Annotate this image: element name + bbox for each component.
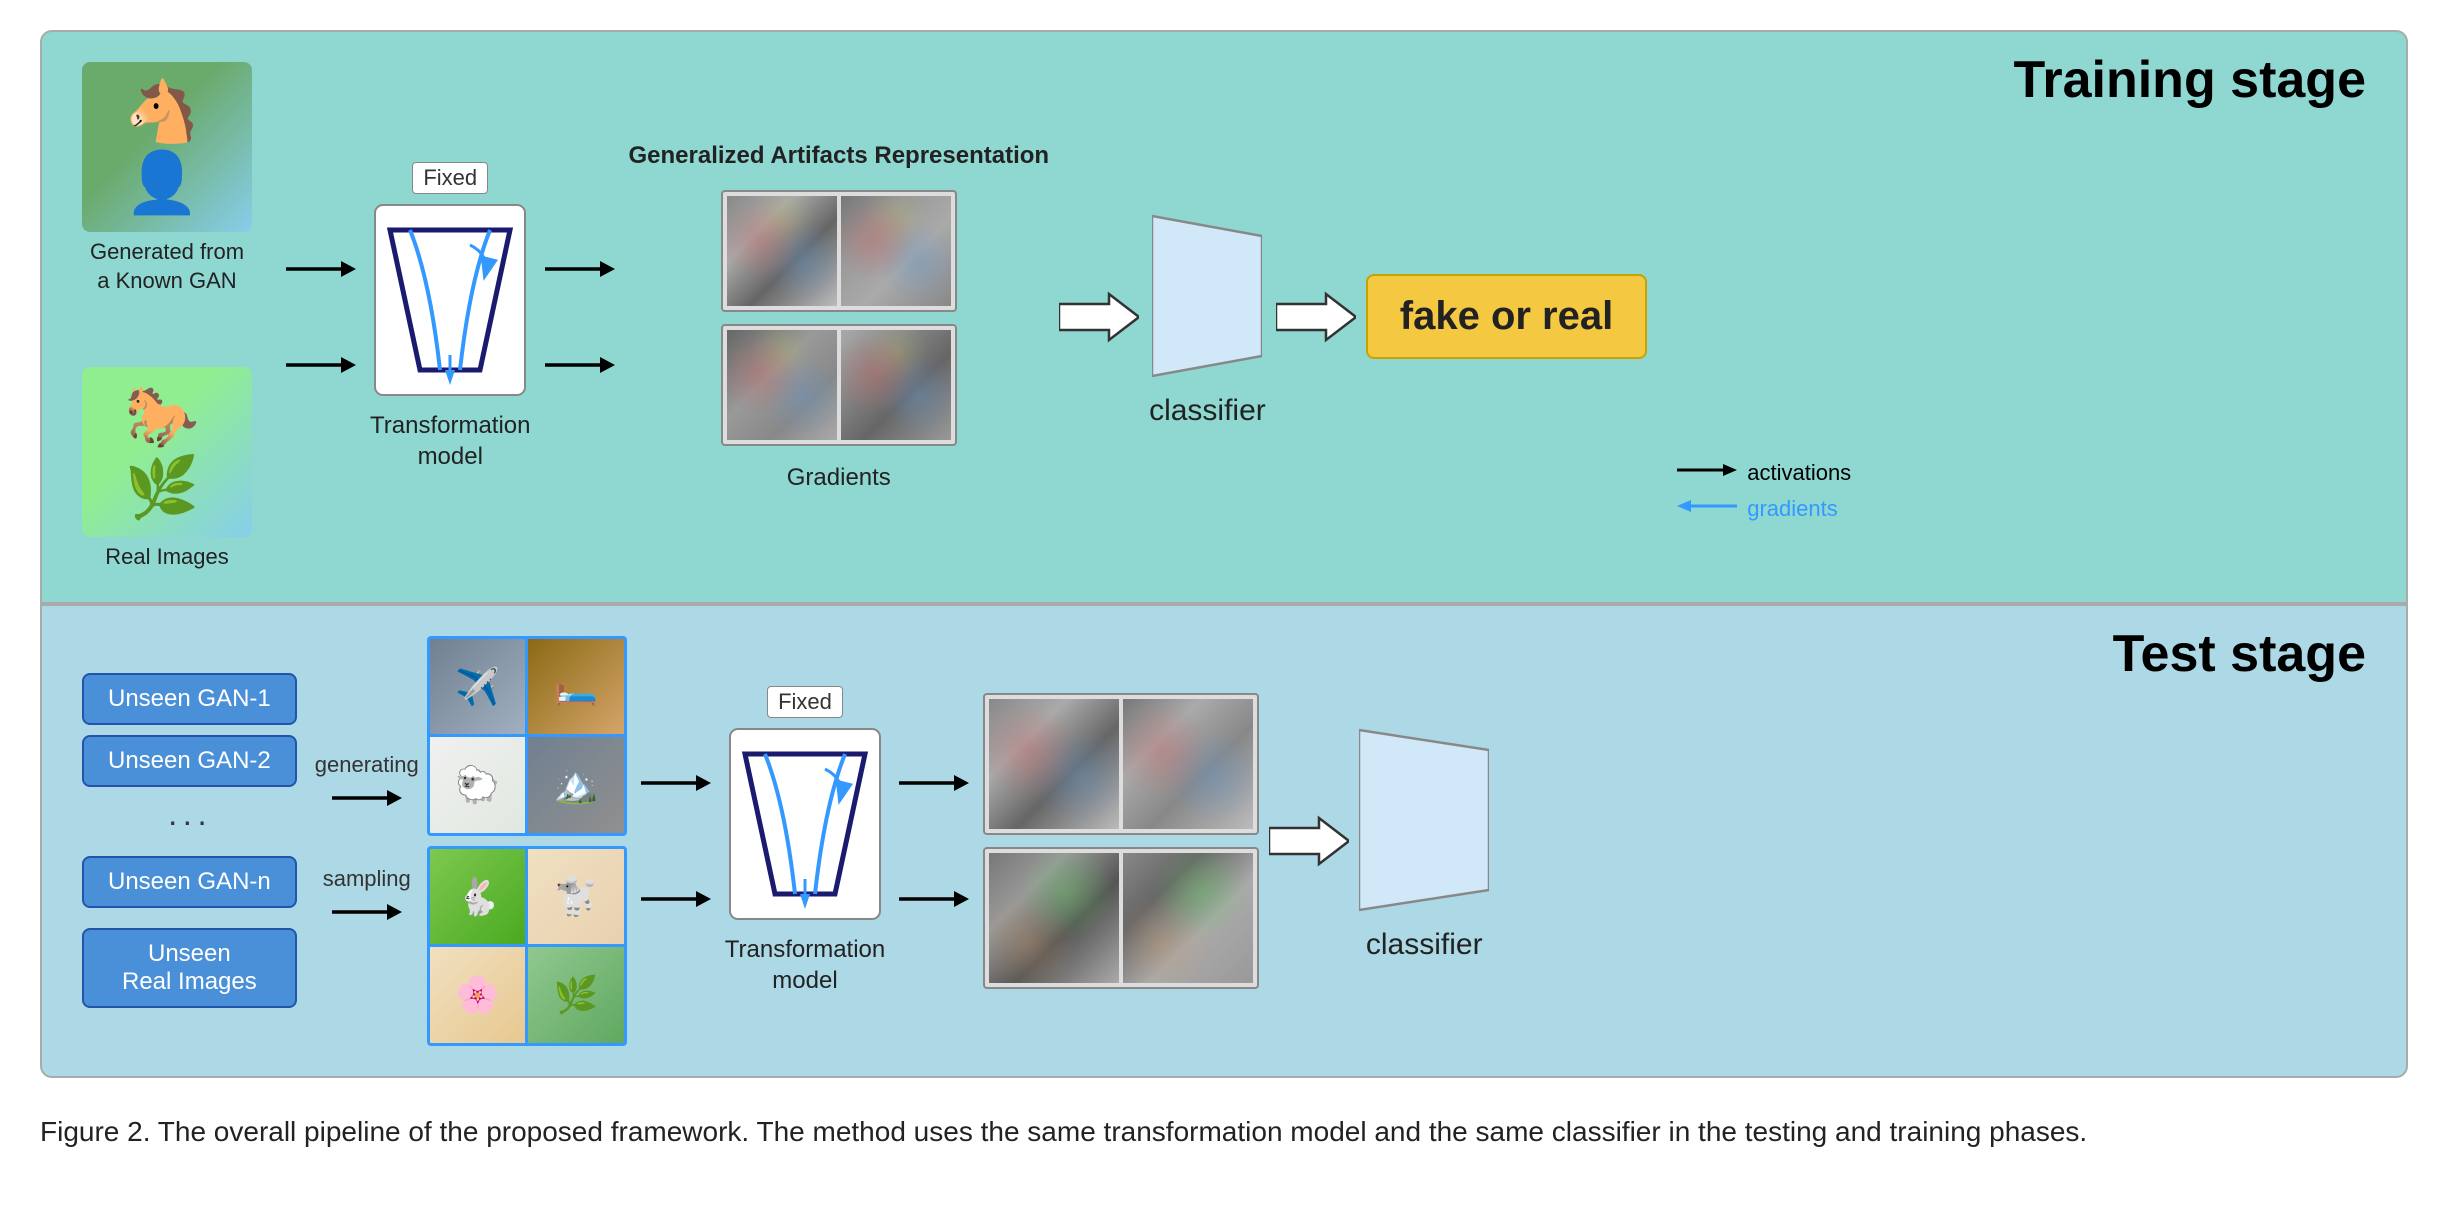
real-image — [82, 367, 252, 537]
classifier-svg — [1152, 206, 1262, 386]
arrow-to-grad-bottom — [531, 347, 629, 383]
generated-image-label: Generated froma Known GAN — [90, 238, 244, 295]
generated-image — [82, 62, 252, 232]
real-image-group: Real Images — [82, 367, 252, 572]
gan-item-2: Unseen GAN-2 — [82, 735, 297, 787]
test-transform-label: Transformationmodel — [725, 934, 886, 996]
training-stage: Training stage Generated froma Known GAN… — [40, 30, 2408, 604]
test-classifier-label: classifier — [1366, 928, 1483, 962]
diagram-container: Training stage Generated froma Known GAN… — [40, 30, 2408, 1155]
arrow2-wrap — [531, 251, 629, 383]
gen-samp-arrows: generating sampling — [315, 752, 419, 930]
arrow-to-grad-top — [531, 251, 629, 287]
arrow-test-to-transform-2 — [627, 881, 725, 917]
generated-image-group: Generated froma Known GAN — [82, 62, 252, 295]
training-transform-model: Fixed Transformationmodel — [370, 162, 531, 472]
test-grad-cell-2 — [1123, 699, 1253, 829]
training-gradient-maps: Generalized Artifacts Representation Gra… — [629, 142, 1050, 492]
gan-list: Unseen GAN-1 Unseen GAN-2 ··· Unseen GAN… — [82, 673, 297, 1008]
gan-item-real: UnseenReal Images — [82, 928, 297, 1008]
arrow-test-to-transform — [627, 765, 725, 801]
training-stage-title: Training stage — [2013, 50, 2366, 110]
wide-arrow-to-classifier — [1049, 290, 1149, 344]
training-classifier-label: classifier — [1149, 394, 1266, 428]
grad-cell-3 — [727, 330, 837, 440]
test-img-c3: 🐑 — [430, 737, 526, 833]
test-grad-pair-bottom — [983, 847, 1259, 989]
test-grad-cell-3 — [989, 853, 1119, 983]
test-images-wrap: ✈️ 🛏️ 🐑 🏔️ 🐇 🐩 🌸 🌿 — [427, 636, 627, 1046]
arrow-to-transform-top — [272, 251, 370, 287]
arrow-to-test-grad — [885, 765, 983, 801]
test-img-c1: ✈️ — [430, 639, 526, 735]
gan-item-n: Unseen GAN-n — [82, 856, 297, 908]
ellipsis: ··· — [167, 803, 211, 840]
grad-cell-2 — [841, 196, 951, 306]
legend-gradients: gradients — [1677, 496, 1851, 522]
wide-arrow-to-output — [1266, 290, 1366, 344]
test-real-grid: 🐇 🐩 🌸 🌿 — [427, 846, 627, 1046]
test-stage-title: Test stage — [2113, 624, 2366, 684]
test-gen-grid: ✈️ 🛏️ 🐑 🏔️ — [427, 636, 627, 836]
test-img-r1: 🐇 — [430, 849, 526, 945]
test-grad-cell-1 — [989, 699, 1119, 829]
test-stage: Test stage Unseen GAN-1 Unseen GAN-2 ···… — [40, 604, 2408, 1078]
sampling-arrow-wrap: sampling — [323, 866, 411, 930]
test-grad-pair-top — [983, 693, 1259, 835]
real-image-label: Real Images — [105, 543, 229, 572]
legend-activation-arrow — [1677, 460, 1737, 486]
training-input-col: Generated froma Known GAN Real Images — [82, 62, 252, 572]
horse-rider-img — [82, 62, 252, 232]
grad-cell-1 — [727, 196, 837, 306]
arrow1-wrap — [272, 251, 370, 383]
test-fixed-label: Fixed — [767, 686, 843, 718]
wide-arrow-test-to-classifier — [1259, 814, 1359, 868]
test-transform-model: Fixed Transformationmodel — [725, 686, 886, 996]
gan-item-1: Unseen GAN-1 — [82, 673, 297, 725]
legend: activations gradients — [1677, 460, 1851, 572]
gradients-label: Gradients — [787, 464, 891, 492]
test-classifier: classifier — [1359, 720, 1489, 962]
arrow-to-test-grad-2 — [885, 881, 983, 917]
training-transform-label: Transformationmodel — [370, 410, 531, 472]
legend-activations: activations — [1677, 460, 1851, 486]
legend-gradient-arrow — [1677, 496, 1737, 522]
test-img-r4: 🌿 — [528, 947, 624, 1043]
arrow4-wrap — [885, 765, 983, 917]
legend-activations-text: activations — [1747, 460, 1851, 486]
training-fixed-label: Fixed — [412, 162, 488, 194]
sampling-label: sampling — [323, 866, 411, 892]
grad-pair-top — [721, 190, 957, 312]
test-grad-cell-4 — [1123, 853, 1253, 983]
test-funnel-svg — [725, 724, 885, 924]
generating-label: generating — [315, 752, 419, 778]
test-img-c4: 🏔️ — [528, 737, 624, 833]
arrow3-wrap — [627, 765, 725, 917]
test-img-c2: 🛏️ — [528, 639, 624, 735]
test-gradient-maps — [983, 693, 1259, 989]
grad-cell-4 — [841, 330, 951, 440]
fake-or-real-label: fake or real — [1366, 274, 1647, 359]
test-img-r2: 🐩 — [528, 849, 624, 945]
funnel-svg — [370, 200, 530, 400]
figure-caption: Figure 2. The overall pipeline of the pr… — [40, 1110, 2240, 1155]
gar-label: Generalized Artifacts Representation — [629, 142, 1050, 170]
test-img-r3: 🌸 — [430, 947, 526, 1043]
grad-pair-bottom — [721, 324, 957, 446]
training-classifier: classifier — [1149, 206, 1266, 428]
legend-gradients-text: gradients — [1747, 496, 1838, 522]
arrow-to-transform-bottom — [272, 347, 370, 383]
generating-arrow-wrap: generating — [315, 752, 419, 816]
horse-field-img — [82, 367, 252, 537]
test-classifier-svg — [1359, 720, 1489, 920]
